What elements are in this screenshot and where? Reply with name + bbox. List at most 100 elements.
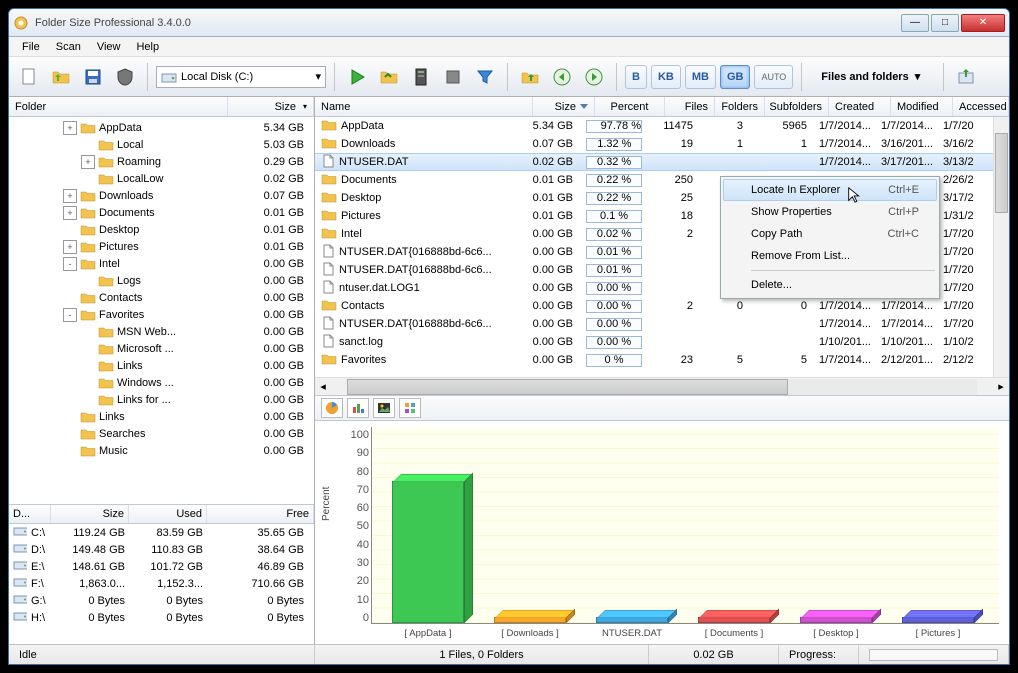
tree-row[interactable]: Local5.03 GB: [9, 136, 314, 153]
tree-row[interactable]: Links0.00 GB: [9, 357, 314, 374]
expand-toggle[interactable]: +: [63, 206, 77, 220]
titlebar[interactable]: Folder Size Professional 3.4.0.0 — □ ✕: [9, 9, 1009, 37]
tree-row[interactable]: +AppData5.34 GB: [9, 119, 314, 136]
new-scan-button[interactable]: [15, 63, 43, 91]
disks-hdr-drive[interactable]: D...: [9, 505, 51, 523]
ctx-copy-path[interactable]: Copy PathCtrl+C: [723, 223, 937, 245]
chart-bar[interactable]: [698, 617, 770, 623]
unit-mb-button[interactable]: MB: [685, 65, 716, 89]
close-button[interactable]: ✕: [961, 14, 1005, 32]
list-row[interactable]: Favorites0.00 GB0 %23551/7/2014...2/12/2…: [315, 351, 1009, 369]
menu-view[interactable]: View: [90, 39, 128, 55]
menu-scan[interactable]: Scan: [49, 39, 88, 55]
chart-tab-details[interactable]: [399, 398, 421, 418]
ctx-locate-in-explorer[interactable]: Locate In ExplorerCtrl+E: [723, 179, 937, 201]
disk-row[interactable]: C:\119.24 GB83.59 GB35.65 GB: [9, 524, 314, 541]
list-row[interactable]: AppData5.34 GB97.78 %11475359651/7/2014.…: [315, 117, 1009, 135]
chart-bar[interactable]: [902, 617, 974, 623]
horizontal-scrollbar[interactable]: ◂ ▸: [315, 377, 1009, 395]
tree-row[interactable]: Contacts0.00 GB: [9, 289, 314, 306]
tree-row[interactable]: +Pictures0.01 GB: [9, 238, 314, 255]
files-folders-dropdown[interactable]: Files and folders▾: [810, 65, 935, 89]
expand-toggle[interactable]: -: [63, 308, 77, 322]
ctx-remove-from-list[interactable]: Remove From List...: [723, 245, 937, 267]
play-button[interactable]: [343, 63, 371, 91]
chart-tab-pie[interactable]: [321, 398, 343, 418]
list-hdr-subfolders[interactable]: Subfolders: [765, 97, 829, 116]
unit-b-button[interactable]: B: [625, 65, 647, 89]
unit-kb-button[interactable]: KB: [651, 65, 681, 89]
tree-row[interactable]: Logs0.00 GB: [9, 272, 314, 289]
tree-row[interactable]: Desktop0.01 GB: [9, 221, 314, 238]
scrollbar-thumb[interactable]: [347, 379, 788, 395]
up-button[interactable]: [516, 63, 544, 91]
chart-tab-image[interactable]: [373, 398, 395, 418]
minimize-button[interactable]: —: [901, 14, 929, 32]
tree-row[interactable]: LocalLow0.02 GB: [9, 170, 314, 187]
tree-row[interactable]: -Intel0.00 GB: [9, 255, 314, 272]
menu-help[interactable]: Help: [129, 39, 166, 55]
tree-row[interactable]: Microsoft ...0.00 GB: [9, 340, 314, 357]
expand-toggle[interactable]: -: [63, 257, 77, 271]
list-row[interactable]: Contacts0.00 GB0.00 %2001/7/2014...1/7/2…: [315, 297, 1009, 315]
tree-row[interactable]: Searches0.00 GB: [9, 425, 314, 442]
chart-tab-bar[interactable]: [347, 398, 369, 418]
menu-file[interactable]: File: [15, 39, 47, 55]
folder-tree[interactable]: +AppData5.34 GBLocal5.03 GB+Roaming0.29 …: [9, 117, 314, 504]
expand-toggle[interactable]: +: [63, 240, 77, 254]
tree-row[interactable]: Links0.00 GB: [9, 408, 314, 425]
tree-row[interactable]: Music0.00 GB: [9, 442, 314, 459]
expand-toggle[interactable]: +: [81, 155, 95, 169]
tree-row[interactable]: Windows ...0.00 GB: [9, 374, 314, 391]
chart-bar[interactable]: [596, 617, 668, 623]
chart-bar[interactable]: [392, 481, 464, 623]
forward-button[interactable]: [580, 63, 608, 91]
tree-row[interactable]: MSN Web...0.00 GB: [9, 323, 314, 340]
list-hdr-size[interactable]: Size: [533, 97, 595, 116]
chart-bar[interactable]: [494, 617, 566, 623]
maximize-button[interactable]: □: [931, 14, 959, 32]
tree-header-folder[interactable]: Folder: [9, 97, 228, 116]
disk-row[interactable]: G:\0 Bytes0 Bytes0 Bytes: [9, 592, 314, 609]
disk-row[interactable]: F:\1,863.0...1,152.3...710.66 GB: [9, 575, 314, 592]
list-hdr-accessed[interactable]: Accessed: [953, 97, 1009, 116]
expand-toggle[interactable]: +: [63, 121, 77, 135]
tree-row[interactable]: -Favorites0.00 GB: [9, 306, 314, 323]
list-hdr-files[interactable]: Files: [665, 97, 715, 116]
disks-list[interactable]: C:\119.24 GB83.59 GB35.65 GBD:\149.48 GB…: [9, 524, 314, 644]
vertical-scrollbar[interactable]: [993, 117, 1009, 377]
server-button[interactable]: [407, 63, 435, 91]
list-row[interactable]: Downloads0.07 GB1.32 %19111/7/2014...3/1…: [315, 135, 1009, 153]
drive-dropdown[interactable]: Local Disk (C:) ▾: [156, 66, 326, 88]
list-hdr-modified[interactable]: Modified: [891, 97, 953, 116]
expand-toggle[interactable]: +: [63, 189, 77, 203]
unit-auto-button[interactable]: AUTO: [754, 65, 793, 89]
save-button[interactable]: [79, 63, 107, 91]
back-button[interactable]: [548, 63, 576, 91]
ctx-delete[interactable]: Delete...: [723, 274, 937, 296]
stop-button[interactable]: [439, 63, 467, 91]
list-hdr-percent[interactable]: Percent: [595, 97, 665, 116]
tree-row[interactable]: +Downloads0.07 GB: [9, 187, 314, 204]
ctx-show-properties[interactable]: Show PropertiesCtrl+P: [723, 201, 937, 223]
disk-row[interactable]: E:\148.61 GB101.72 GB46.89 GB: [9, 558, 314, 575]
unit-gb-button[interactable]: GB: [720, 65, 751, 89]
scan-folder-button[interactable]: [375, 63, 403, 91]
disks-hdr-size[interactable]: Size: [51, 505, 129, 523]
disks-hdr-free[interactable]: Free: [207, 505, 314, 523]
list-hdr-folders[interactable]: Folders: [715, 97, 765, 116]
chart-bar[interactable]: [800, 617, 872, 623]
disk-row[interactable]: D:\149.48 GB110.83 GB38.64 GB: [9, 541, 314, 558]
tree-row[interactable]: +Roaming0.29 GB: [9, 153, 314, 170]
shield-button[interactable]: [111, 63, 139, 91]
open-button[interactable]: [47, 63, 75, 91]
tree-row[interactable]: Links for ...0.00 GB: [9, 391, 314, 408]
disk-row[interactable]: H:\0 Bytes0 Bytes0 Bytes: [9, 609, 314, 626]
list-hdr-created[interactable]: Created: [829, 97, 891, 116]
tree-header-size[interactable]: Size▾: [228, 97, 314, 116]
filter-button[interactable]: [471, 63, 499, 91]
export-button[interactable]: [952, 63, 980, 91]
scrollbar-thumb[interactable]: [995, 133, 1008, 213]
list-hdr-name[interactable]: Name: [315, 97, 533, 116]
list-row[interactable]: NTUSER.DAT{016888bd-6c6...0.00 GB0.00 %1…: [315, 315, 1009, 333]
